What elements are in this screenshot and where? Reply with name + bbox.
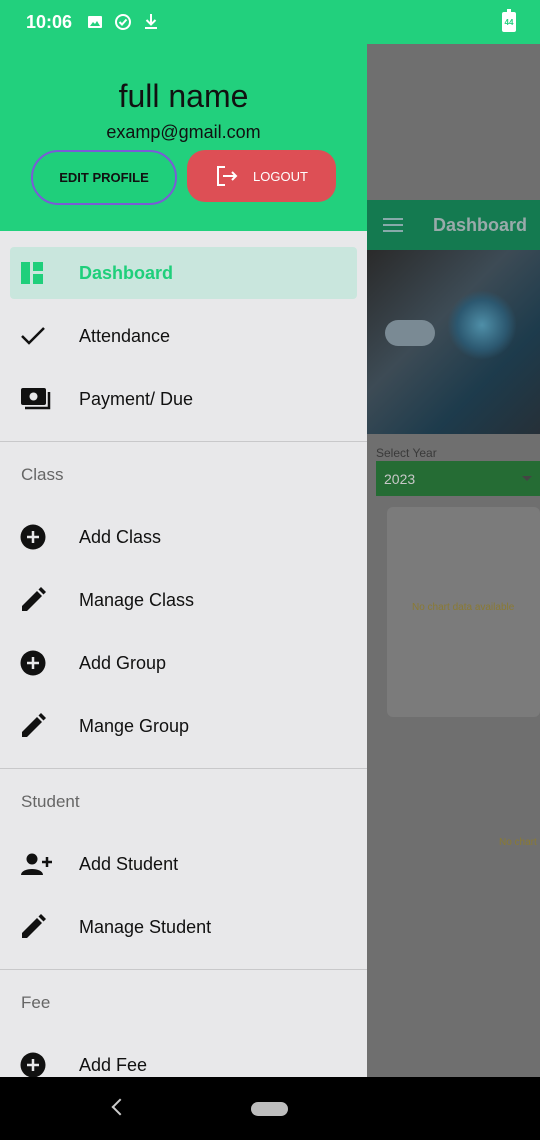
section-title-fee: Fee [21, 993, 51, 1012]
banner-image [367, 250, 540, 434]
section-title-class: Class [21, 465, 64, 484]
menu-item-label: Manage Student [79, 916, 212, 937]
pencil-icon [20, 587, 68, 613]
menu-item-label: Add Student [79, 853, 179, 874]
menu-item-label: Mange Group [79, 715, 190, 736]
home-pill-button[interactable] [251, 1102, 288, 1116]
image-icon [86, 13, 104, 31]
navigation-drawer: full name examp@gmail.com EDIT PROFILE L… [0, 44, 367, 1077]
menu-item-add-student[interactable]: Add Student [10, 838, 357, 890]
profile-name: full name [118, 78, 249, 114]
edit-profile-button[interactable]: EDIT PROFILE [31, 150, 177, 205]
menu-item-dashboard[interactable]: Dashboard [10, 247, 357, 299]
status-bar: 10:06 44 [0, 0, 540, 44]
payment-icon [20, 387, 68, 411]
menu-item-label: Manage Class [79, 589, 195, 610]
divider [0, 768, 367, 769]
hamburger-menu-icon[interactable] [383, 218, 403, 232]
menu-item-label: Add Group [79, 652, 167, 673]
app-toolbar: Dashboard [367, 200, 540, 250]
toolbar-title: Dashboard [433, 214, 528, 235]
menu-item-label: Dashboard [79, 262, 174, 283]
no-chart-message: No chart data available [412, 602, 515, 613]
menu-item-payment[interactable]: Payment/ Due [10, 373, 357, 425]
menu-item-add-class[interactable]: Add Class [10, 511, 357, 563]
dashboard-icon [20, 261, 68, 285]
check-circle-icon [114, 13, 132, 31]
battery-icon: 44 [502, 9, 516, 32]
logout-icon [215, 165, 239, 187]
back-icon[interactable] [111, 1098, 129, 1116]
section-title-student: Student [21, 792, 80, 811]
menu-item-manage-student[interactable]: Manage Student [10, 901, 357, 953]
select-year-label: Select Year [376, 446, 437, 460]
logout-label: LOGOUT [253, 168, 308, 184]
check-icon [20, 324, 68, 348]
person-add-icon [20, 852, 68, 876]
add-circle-icon [20, 1052, 68, 1077]
pencil-icon [20, 914, 68, 940]
menu-item-attendance[interactable]: Attendance [10, 310, 357, 362]
dropdown-caret-icon [522, 476, 532, 481]
pencil-icon [20, 713, 68, 739]
system-nav-bar [0, 1077, 540, 1140]
profile-email: examp@gmail.com [106, 122, 261, 142]
drawer-header: full name examp@gmail.com EDIT PROFILE L… [0, 44, 367, 231]
menu-item-manage-class[interactable]: Manage Class [10, 574, 357, 626]
add-circle-icon [20, 650, 68, 676]
menu-item-add-group[interactable]: Add Group [10, 637, 357, 689]
menu-item-label: Payment/ Due [79, 388, 194, 409]
add-circle-icon [20, 524, 68, 550]
menu-item-label: Attendance [79, 325, 171, 346]
divider [0, 441, 367, 442]
logout-button[interactable]: LOGOUT [187, 150, 336, 202]
chart-card: No chart data available [387, 507, 540, 717]
no-chart-message-2: No chart [499, 837, 537, 848]
year-select[interactable]: 2023 [376, 461, 540, 496]
year-select-value: 2023 [384, 470, 416, 487]
menu-item-label: Add Class [79, 526, 162, 547]
battery-level: 44 [504, 17, 514, 27]
menu-item-add-fee[interactable]: Add Fee [10, 1039, 357, 1077]
background-app[interactable]: Dashboard Select Year 2023 No chart data… [367, 44, 540, 1077]
download-icon [142, 13, 160, 31]
menu-item-mange-group[interactable]: Mange Group [10, 700, 357, 752]
divider [0, 969, 367, 970]
status-time: 10:06 [26, 11, 73, 32]
menu-item-label: Add Fee [79, 1054, 148, 1075]
